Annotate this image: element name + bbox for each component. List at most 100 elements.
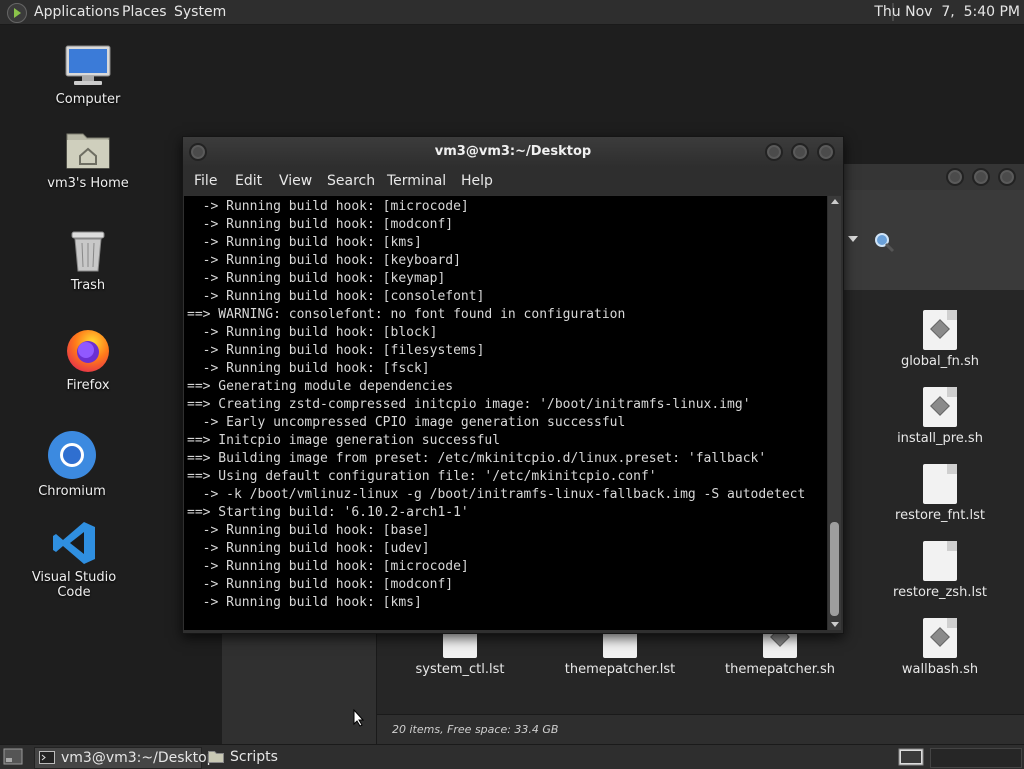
menu-edit[interactable]: Edit bbox=[235, 173, 262, 189]
terminal-line: -> Running build hook: [fsck] bbox=[187, 361, 430, 376]
close-button[interactable] bbox=[817, 143, 835, 161]
mouse-cursor-icon bbox=[353, 709, 365, 727]
clock[interactable]: Thu Nov 7, 5:40 PM bbox=[874, 4, 1020, 20]
terminal-line: ==> Initcpio image generation successful bbox=[187, 433, 501, 448]
terminal-line: -> Early uncompressed CPIO image generat… bbox=[187, 415, 626, 430]
terminal-icon bbox=[39, 751, 55, 764]
places-menu[interactable]: Places bbox=[122, 4, 167, 20]
terminal-line: -> Running build hook: [base] bbox=[187, 523, 430, 538]
scrollbar-thumb[interactable] bbox=[830, 522, 839, 616]
desktop-icon-label: Chromium bbox=[38, 484, 106, 499]
terminal-line: -> Running build hook: [udev] bbox=[187, 541, 430, 556]
desktop-icon-label: Firefox bbox=[66, 378, 110, 393]
terminal-line: -> Running build hook: [block] bbox=[187, 325, 438, 340]
file-manager-titlebar[interactable] bbox=[842, 164, 1024, 190]
menu-terminal[interactable]: Terminal bbox=[387, 173, 446, 189]
terminal-line: -> Running build hook: [keymap] bbox=[187, 271, 446, 286]
terminal-output[interactable]: -> Running build hook: [microcode] -> Ru… bbox=[184, 196, 827, 630]
desktop-icon-firefox[interactable]: Firefox bbox=[28, 326, 148, 393]
file-item[interactable]: restore_zsh.lst bbox=[865, 541, 1015, 600]
file-name: themepatcher.lst bbox=[564, 662, 676, 677]
vscode-icon bbox=[51, 520, 97, 566]
maximize-button[interactable] bbox=[972, 168, 990, 186]
file-name: system_ctl.lst bbox=[415, 662, 505, 677]
text-file-icon bbox=[923, 464, 957, 504]
computer-icon bbox=[64, 44, 112, 88]
workspace-switcher-icon[interactable] bbox=[898, 748, 924, 766]
file-name: install_pre.sh bbox=[897, 431, 983, 446]
file-item[interactable]: restore_fnt.lst bbox=[865, 464, 1015, 523]
file-manager-statusbar: 20 items, Free space: 33.4 GB bbox=[377, 714, 1024, 745]
workspace-switcher[interactable] bbox=[930, 748, 1022, 768]
system-menu[interactable]: System bbox=[174, 4, 226, 20]
terminal-line: -> -k /boot/vmlinuz-linux -g /boot/initr… bbox=[187, 487, 806, 502]
terminal-scrollbar[interactable] bbox=[828, 196, 841, 630]
desktop-icon-computer[interactable]: Computer bbox=[28, 44, 148, 107]
terminal-line: -> Running build hook: [microcode] bbox=[187, 199, 469, 214]
terminal-line: ==> Starting build: '6.10.2-arch1-1' bbox=[187, 505, 469, 520]
script-file-icon bbox=[923, 387, 957, 427]
file-name: themepatcher.sh bbox=[725, 662, 835, 677]
terminal-titlebar[interactable]: vm3@vm3:~/Desktop bbox=[183, 137, 843, 167]
show-desktop-icon[interactable] bbox=[3, 748, 23, 765]
status-text: 20 items, Free space: 33.4 GB bbox=[392, 723, 559, 736]
file-item[interactable]: global_fn.sh bbox=[865, 310, 1015, 369]
terminal-line: ==> Generating module dependencies bbox=[187, 379, 454, 394]
desktop-icon-chromium[interactable]: Chromium bbox=[12, 430, 132, 499]
terminal-line: -> Running build hook: [consolefont] bbox=[187, 289, 485, 304]
file-name: restore_fnt.lst bbox=[895, 508, 985, 523]
scroll-up-icon[interactable] bbox=[831, 199, 839, 204]
desktop-icon-label: Trash bbox=[70, 278, 106, 293]
terminal-line: -> Running build hook: [modconf] bbox=[187, 577, 454, 592]
desktop-icon-label: Computer bbox=[55, 92, 121, 107]
taskbar-item-scripts[interactable]: Scripts bbox=[204, 747, 344, 767]
script-file-icon bbox=[923, 618, 957, 658]
terminal-line: ==> Building image from preset: /etc/mki… bbox=[187, 451, 767, 466]
menu-view[interactable]: View bbox=[279, 173, 312, 189]
maximize-button[interactable] bbox=[791, 143, 809, 161]
search-icon[interactable] bbox=[872, 230, 896, 254]
chromium-icon bbox=[47, 430, 97, 480]
top-panel: Applications Places System Thu Nov 7, 5:… bbox=[0, 0, 1024, 25]
menu-file[interactable]: File bbox=[194, 173, 217, 189]
applications-menu[interactable]: Applications bbox=[34, 4, 120, 20]
scroll-down-icon[interactable] bbox=[831, 622, 839, 627]
firefox-icon bbox=[64, 326, 112, 374]
minimize-button[interactable] bbox=[946, 168, 964, 186]
file-name: wallbash.sh bbox=[901, 662, 979, 677]
bottom-panel: vm3@vm3:~/Desktop Scripts bbox=[0, 744, 1024, 769]
desktop-icon-home[interactable]: vm3's Home bbox=[28, 128, 148, 191]
text-file-icon bbox=[923, 541, 957, 581]
minimize-button[interactable] bbox=[765, 143, 783, 161]
desktop-icon-vscode[interactable]: Visual Studio Code bbox=[14, 520, 134, 600]
menu-help[interactable]: Help bbox=[461, 173, 493, 189]
desktop-icon-label: Visual Studio Code bbox=[31, 570, 117, 600]
file-name: restore_zsh.lst bbox=[893, 585, 987, 600]
trash-icon bbox=[69, 230, 107, 274]
distro-logo-icon[interactable] bbox=[7, 3, 27, 23]
file-item[interactable]: wallbash.sh bbox=[865, 618, 1015, 677]
menu-search[interactable]: Search bbox=[327, 173, 375, 189]
window-title: vm3@vm3:~/Desktop bbox=[434, 144, 592, 159]
terminal-line: -> Running build hook: [filesystems] bbox=[187, 343, 485, 358]
terminal-line: ==> WARNING: consolefont: no font found … bbox=[187, 307, 626, 322]
terminal-text: -> Running build hook: [microcode] -> Ru… bbox=[184, 196, 827, 612]
terminal-line: ==> Using default configuration file: '/… bbox=[187, 469, 657, 484]
terminal-line: -> Running build hook: [kms] bbox=[187, 595, 422, 610]
terminal-line: -> Running build hook: [kms] bbox=[187, 235, 422, 250]
file-manager-toolbar bbox=[842, 190, 1024, 290]
close-button[interactable] bbox=[998, 168, 1016, 186]
file-name: global_fn.sh bbox=[900, 354, 980, 369]
terminal-window[interactable]: vm3@vm3:~/Desktop File Edit View Search … bbox=[182, 136, 844, 634]
home-folder-icon bbox=[65, 128, 111, 172]
folder-icon bbox=[208, 751, 224, 763]
file-item[interactable]: install_pre.sh bbox=[865, 387, 1015, 446]
dropdown-arrow-icon[interactable] bbox=[848, 236, 858, 242]
taskbar-item-label: Scripts bbox=[230, 749, 278, 765]
desktop-icon-trash[interactable]: Trash bbox=[28, 230, 148, 293]
desktop-icon-label: vm3's Home bbox=[47, 176, 129, 191]
taskbar-item-label: vm3@vm3:~/Desktop bbox=[61, 750, 216, 766]
terminal-menubar: File Edit View Search Terminal Help bbox=[183, 167, 843, 195]
script-file-icon bbox=[923, 310, 957, 350]
taskbar-item-terminal[interactable]: vm3@vm3:~/Desktop bbox=[34, 747, 216, 769]
